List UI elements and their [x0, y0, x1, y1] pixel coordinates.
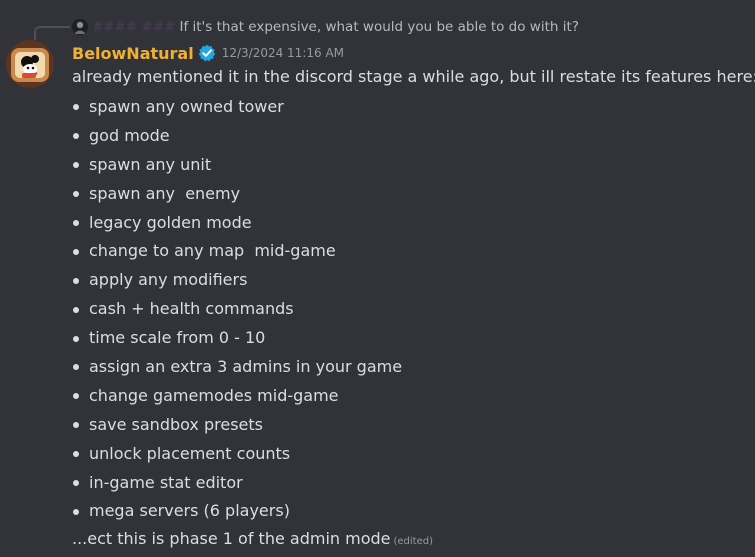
bullet-icon	[73, 393, 79, 400]
reply-author[interactable]: #### ###	[92, 19, 175, 35]
username[interactable]: BelowNatural	[72, 44, 194, 63]
bullet-icon	[73, 335, 79, 342]
list-item-text: apply any modifiers	[89, 270, 248, 290]
reply-spine	[34, 26, 70, 40]
list-item: spawn any enemy	[72, 180, 747, 209]
bullet-icon	[73, 220, 79, 226]
list-item-text: change gamemodes mid-game	[89, 385, 339, 405]
list-item: cash + health commands	[72, 295, 747, 324]
edited-label[interactable]: (edited)	[393, 536, 433, 547]
list-item-text: cash + health commands	[89, 299, 294, 319]
list-item: spawn any owned tower	[72, 93, 747, 122]
bullet-icon	[73, 306, 79, 313]
bullet-icon	[73, 277, 79, 284]
list-item: save sandbox presets	[72, 411, 747, 440]
reply-text[interactable]: If it's that expensive, what would you b…	[179, 19, 578, 35]
list-item-text: god mode	[89, 125, 170, 145]
list-item: mega servers (6 players)	[72, 497, 747, 526]
list-item: time scale from 0 - 10	[72, 324, 747, 353]
list-item: spawn any unit	[72, 151, 747, 180]
list-item-text: save sandbox presets	[89, 414, 263, 434]
feature-list: spawn any owned tower god mode spawn any…	[72, 93, 747, 526]
message-header: BelowNatural 12/3/2024 11:16 AM	[72, 41, 344, 65]
chat-message: #### ### If it's that expensive, what wo…	[0, 0, 755, 557]
list-item-text: spawn any owned tower	[89, 97, 284, 116]
bullet-icon	[73, 422, 79, 429]
message-content: already mentioned it in the discord stag…	[72, 64, 755, 552]
list-item-text: spawn any enemy	[89, 183, 241, 203]
list-item: legacy golden mode	[72, 209, 747, 238]
list-item: change to any map mid-game	[72, 237, 747, 266]
list-item: in-game stat editor	[72, 469, 747, 498]
bullet-icon	[73, 162, 79, 169]
verified-check-icon	[198, 44, 215, 62]
bullet-icon	[73, 191, 79, 198]
list-item-text: time scale from 0 - 10	[89, 328, 266, 348]
bullet-icon	[73, 480, 79, 487]
message-outro: ...ect this is phase 1 of the admin mode…	[72, 526, 747, 552]
bullet-icon	[73, 104, 79, 111]
list-item-text: legacy golden mode	[89, 212, 252, 232]
list-item-text: change to any map mid-game	[89, 241, 336, 261]
list-item-text: unlock placement counts	[89, 443, 291, 463]
list-item: unlock placement counts	[72, 440, 747, 469]
list-item: change gamemodes mid-game	[72, 382, 747, 411]
bullet-icon	[73, 451, 79, 458]
bullet-icon	[73, 133, 79, 140]
list-item-text: in-game stat editor	[89, 472, 243, 492]
message-outro-text: ...ect this is phase 1 of the admin mode	[72, 529, 391, 549]
list-item-text: assign an extra 3 admins in your game	[89, 357, 403, 377]
timestamp: 12/3/2024 11:16 AM	[221, 46, 345, 60]
list-item-text: mega servers (6 players)	[89, 501, 290, 521]
bullet-icon	[73, 248, 79, 255]
list-item: apply any modifiers	[72, 266, 747, 295]
avatar[interactable]	[6, 40, 54, 88]
bullet-icon	[73, 508, 79, 515]
list-item: god mode	[72, 122, 747, 151]
list-item: assign an extra 3 admins in your game	[72, 353, 747, 382]
bullet-icon	[73, 364, 79, 371]
message-intro: already mentioned it in the discord stag…	[72, 67, 755, 86]
list-item-text: spawn any unit	[89, 154, 212, 174]
reply-preview[interactable]: #### ### If it's that expensive, what wo…	[72, 17, 579, 37]
reply-avatar[interactable]	[72, 19, 88, 35]
